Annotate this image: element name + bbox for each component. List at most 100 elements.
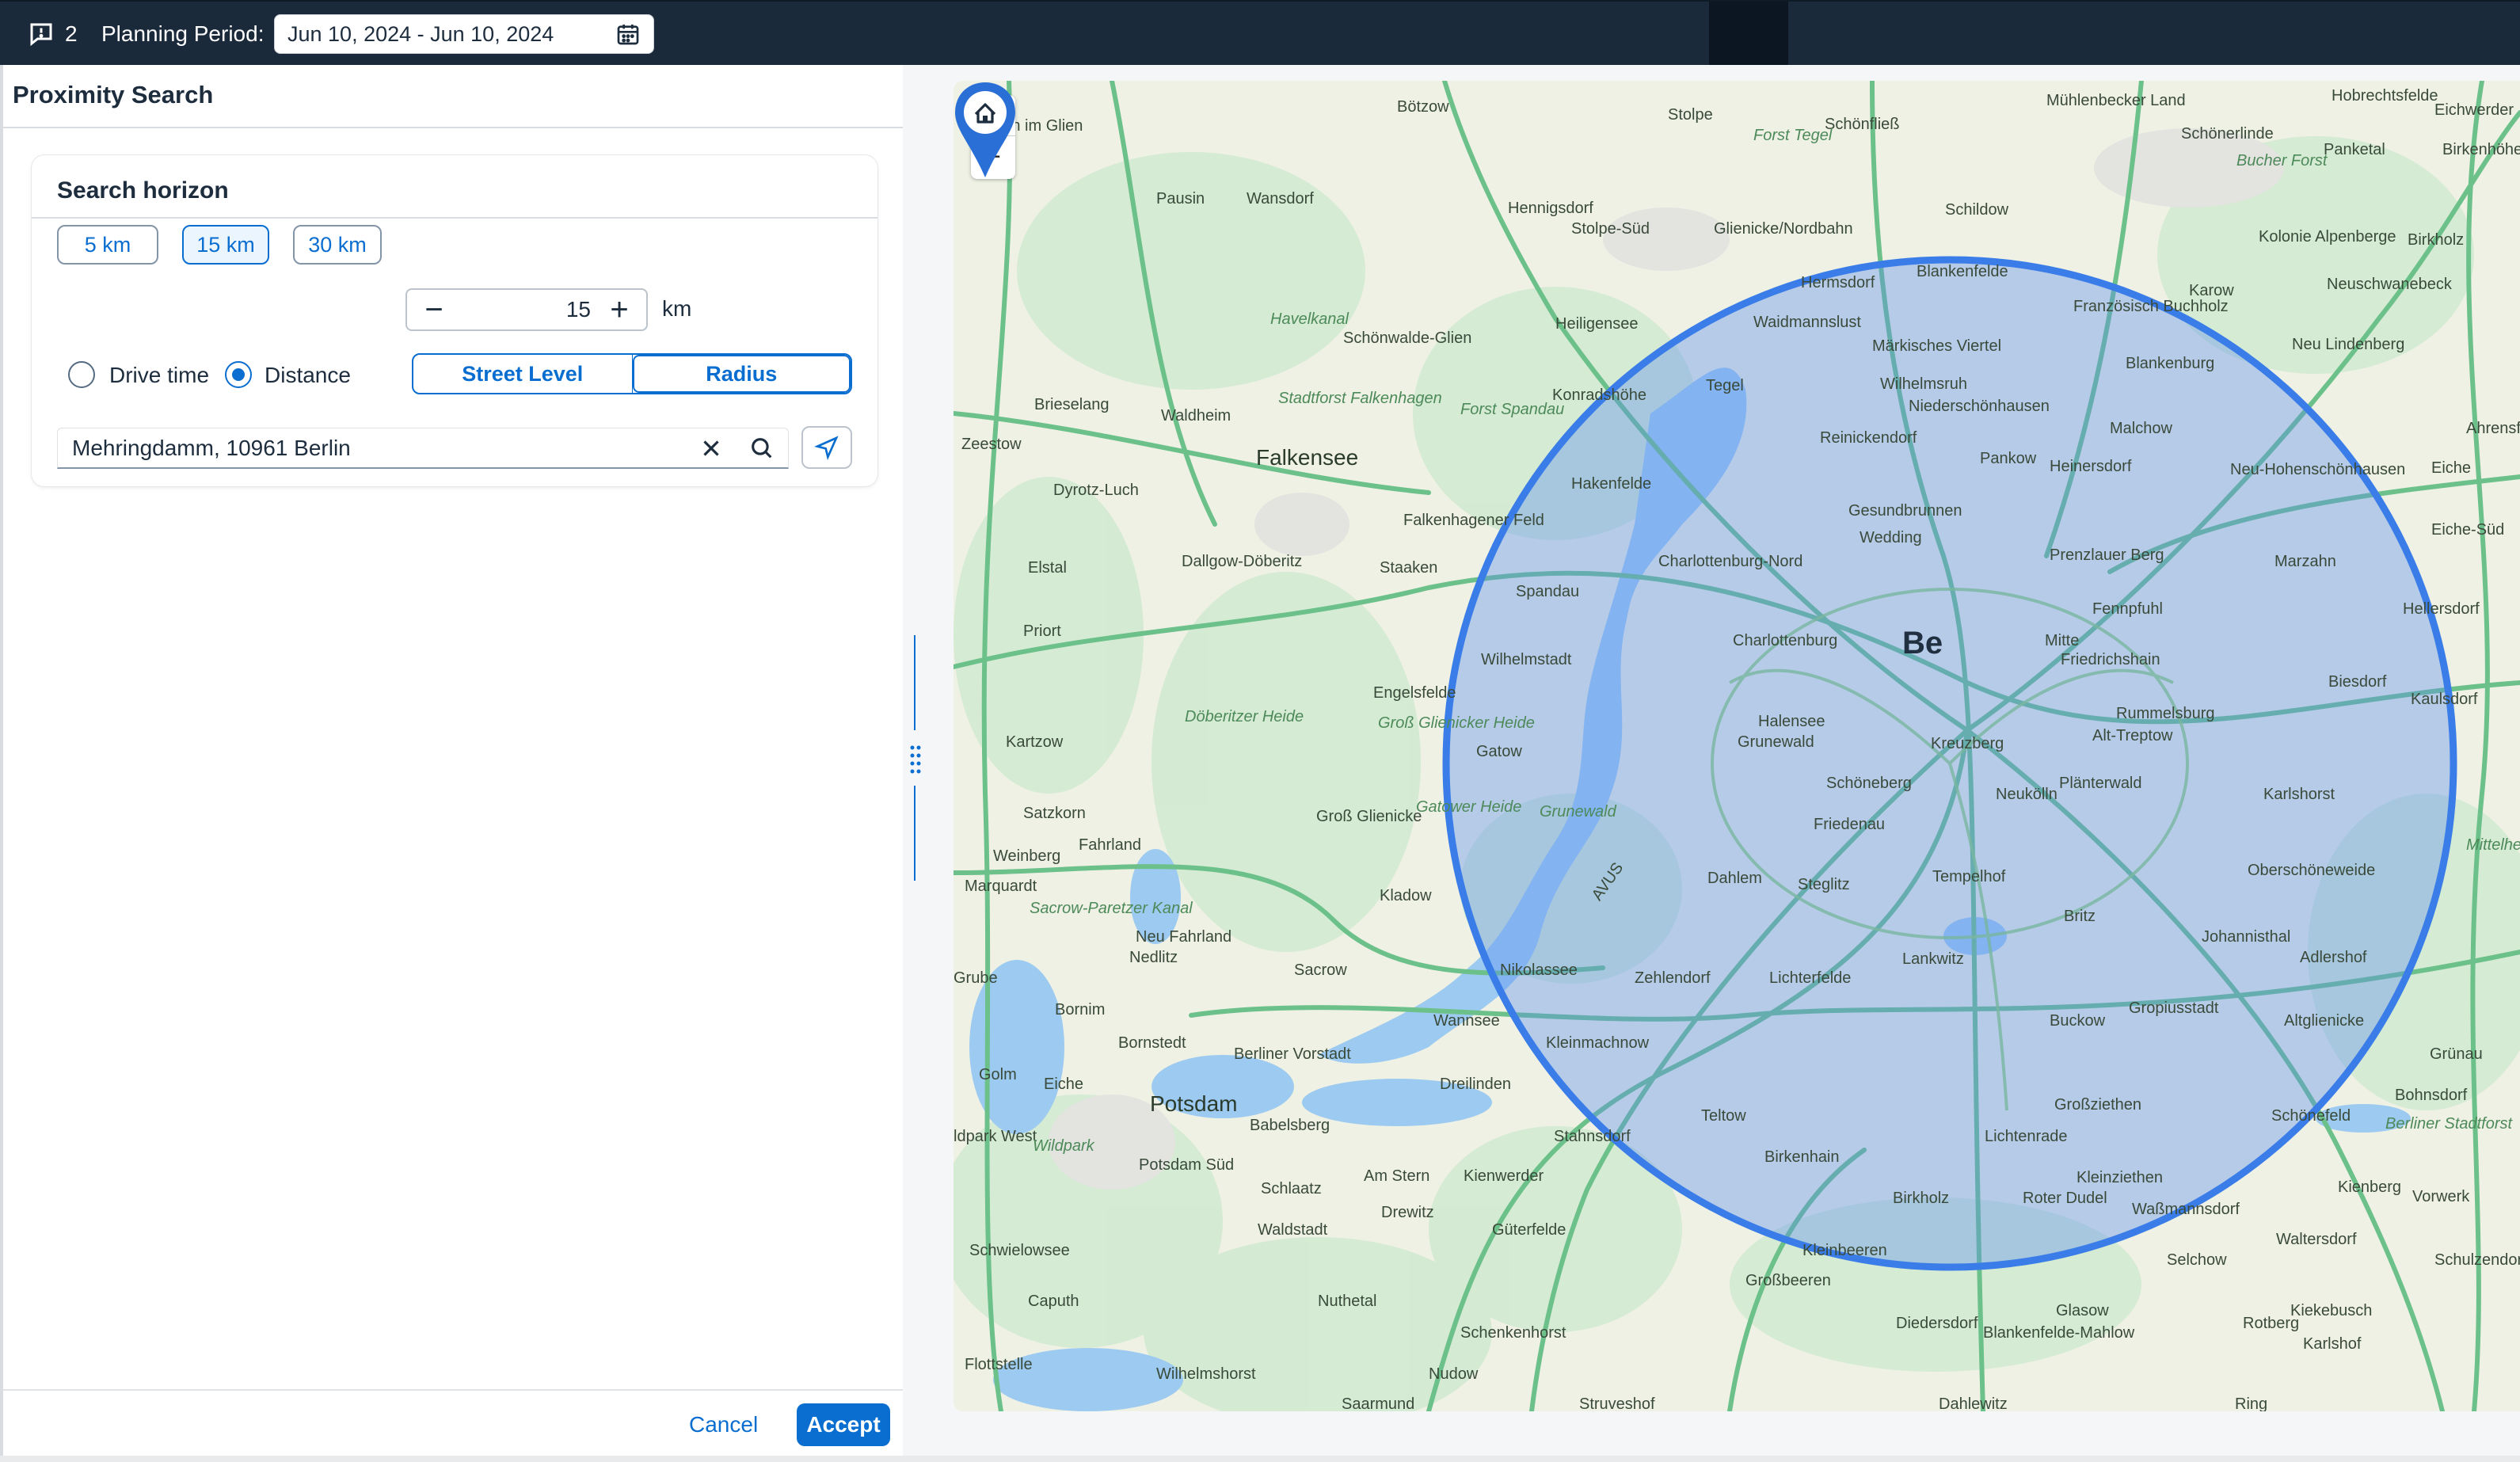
map-label: Kleinziethen <box>2077 1169 2163 1186</box>
stepper-value[interactable]: 15 <box>566 290 591 329</box>
preset-5km-button[interactable]: 5 km <box>57 225 158 265</box>
map-label: Hakenfelde <box>1571 475 1652 493</box>
locate-button[interactable] <box>801 426 852 469</box>
map-label: Gropiusstadt <box>2129 999 2219 1017</box>
map-label: Stolpe <box>1668 106 1713 124</box>
map-label: Ring <box>2235 1395 2268 1411</box>
map-label: Blankenfelde <box>1917 263 2008 280</box>
map-label: Eichwerder <box>2434 101 2514 119</box>
map-label: Französisch Buchholz <box>2073 298 2229 315</box>
accept-button[interactable]: Accept <box>797 1403 890 1446</box>
map-label: Prenzlauer Berg <box>2050 546 2164 564</box>
map-label: Spandau <box>1516 583 1580 600</box>
calendar-icon[interactable] <box>615 21 641 47</box>
radius-button[interactable]: Radius <box>633 355 851 393</box>
map-label: Brieselang <box>1034 396 1110 413</box>
map-label: Grunewald <box>1540 803 1616 820</box>
clear-icon[interactable] <box>698 435 725 462</box>
increment-button[interactable]: + <box>596 290 643 329</box>
map-label: Sacrow <box>1294 961 1347 979</box>
map-label: Struveshof <box>1579 1395 1655 1411</box>
street-level-button[interactable]: Street Level <box>413 355 633 393</box>
map-label: Forst Spandau <box>1460 401 1565 418</box>
map-label: Stadtforst Falkenhagen <box>1278 390 1442 407</box>
map-label: Lichterfelde <box>1769 969 1852 987</box>
map-label: Neu Fahrland <box>1136 928 1232 946</box>
cancel-button[interactable]: Cancel <box>689 1403 758 1446</box>
shell-dark-block <box>1709 2 1788 67</box>
panel-title: Proximity Search <box>13 81 214 109</box>
map-label: Märkisches Viertel <box>1872 337 2002 355</box>
preset-15km-button[interactable]: 15 km <box>182 225 269 265</box>
map-label: Rummelsburg <box>2116 705 2215 722</box>
notification-button[interactable]: 2 <box>27 19 78 49</box>
map[interactable]: Bötzow Stolpe Schönfließ Mühlenbecker La… <box>954 81 2520 1411</box>
map-label: Charlottenburg-Nord <box>1658 553 1803 570</box>
panel-splitter[interactable] <box>903 65 930 1456</box>
map-label: Eiche <box>1044 1076 1084 1093</box>
decrement-button[interactable]: − <box>410 290 458 329</box>
map-label: Bornstedt <box>1118 1034 1186 1052</box>
map-label: Schönfließ <box>1825 116 1900 133</box>
map-label: Vorwerk <box>2412 1188 2470 1205</box>
map-label: Schöneberg <box>1826 775 1912 792</box>
map-label: Kladow <box>1380 887 1432 904</box>
footer-divider <box>3 1389 906 1391</box>
map-label: Heinersdorf <box>2050 458 2132 475</box>
map-label: Sacrow-Paretzer Kanal <box>1030 900 1193 917</box>
planning-period-label: Planning Period: <box>101 21 265 46</box>
map-label: Zehlendorf <box>1635 969 1711 987</box>
map-label: Waßmannsdorf <box>2132 1201 2240 1218</box>
map-label: Caputh <box>1028 1293 1079 1310</box>
map-label: Am Stern <box>1364 1167 1430 1185</box>
map-label: Wildpark <box>1033 1137 1094 1155</box>
map-label: Gesundbrunnen <box>1848 502 1962 520</box>
map-label: Oberschöneweide <box>2248 862 2376 879</box>
map-label: Malchow <box>2110 420 2172 437</box>
map-label: Schenkenhorst <box>1460 1324 1566 1342</box>
map-label: Charlottenburg <box>1733 632 1838 649</box>
map-label: Gatower Heide <box>1416 798 1522 816</box>
notification-count: 2 <box>65 21 78 46</box>
location-pin-icon[interactable] <box>954 81 1017 179</box>
map-label: Marzahn <box>2274 553 2336 570</box>
drive-time-radio[interactable] <box>68 361 95 388</box>
map-label: Karlshof <box>2303 1335 2362 1353</box>
map-label: Dallgow-Döberitz <box>1182 553 1303 570</box>
planning-period-input[interactable]: Jun 10, 2024 - Jun 10, 2024 <box>274 14 654 54</box>
map-label: Karow <box>2189 282 2234 299</box>
splitter-line <box>914 635 915 730</box>
map-label: Ahrensfelde <box>2466 420 2520 437</box>
stepper-unit: km <box>662 296 692 321</box>
map-label: Priort <box>1023 622 1061 640</box>
map-label: Satzkorn <box>1023 805 1086 822</box>
search-icon[interactable] <box>748 435 775 462</box>
map-label: Schlaatz <box>1261 1180 1322 1197</box>
map-label: Bohnsdorf <box>2395 1087 2468 1104</box>
map-label: Birkholz <box>2408 231 2465 249</box>
map-label: Biesdorf <box>2328 673 2387 691</box>
map-label: Wedding <box>1860 529 1922 546</box>
map-label: Birkenhain <box>1764 1148 1840 1166</box>
map-label: Weinberg <box>993 847 1061 865</box>
drag-handle-icon[interactable] <box>909 744 922 776</box>
map-label: Pankow <box>1980 450 2037 467</box>
map-label: Rotberg <box>2243 1315 2300 1332</box>
map-label: Neu Lindenberg <box>2292 336 2405 353</box>
map-label: Eiche-Süd <box>2431 521 2505 539</box>
map-label: Saarmund <box>1342 1395 1415 1411</box>
map-label: Güterfelde <box>1492 1221 1566 1239</box>
map-label: Mühlenbecker Land <box>2046 92 2186 109</box>
map-label: Plänterwald <box>2059 775 2142 792</box>
map-label: Stahnsdorf <box>1554 1128 1631 1145</box>
map-label: Berliner Vorstadt <box>1234 1045 1351 1063</box>
map-label: Falkenhagener Feld <box>1403 512 1544 529</box>
map-label: Schönwalde-Glien <box>1343 329 1472 347</box>
distance-radio[interactable] <box>225 361 252 388</box>
divider <box>32 217 877 219</box>
map-label: Gatow <box>1476 743 1522 760</box>
map-label: Dreilinden <box>1440 1076 1512 1093</box>
preset-30km-button[interactable]: 30 km <box>293 225 382 265</box>
map-label: Hermsdorf <box>1801 274 1875 291</box>
address-input[interactable]: Mehringdamm, 10961 Berlin <box>57 428 789 469</box>
